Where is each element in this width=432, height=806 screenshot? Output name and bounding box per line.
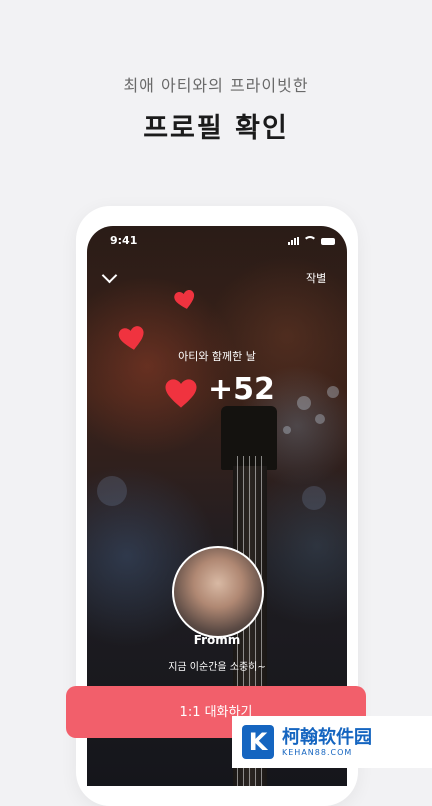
page-title: 프로필 확인: [143, 113, 289, 144]
header-subtitle: 최애 아티와의 프라이빗한: [123, 76, 309, 95]
wifi-icon: [303, 236, 317, 245]
bokeh-light: [97, 476, 127, 506]
bokeh-light: [302, 486, 326, 510]
bokeh-light: [283, 426, 291, 434]
avatar[interactable]: [172, 546, 264, 638]
battery-icon: [321, 238, 335, 245]
status-icons: [288, 236, 335, 245]
bokeh-light: [327, 386, 339, 398]
heart-icon: [174, 290, 195, 309]
days-count: +52: [208, 372, 275, 407]
artist-name: Fromm: [193, 633, 241, 647]
watermark-title: 柯翰软件园: [282, 726, 372, 748]
heart-icon: [165, 379, 197, 408]
farewell-button[interactable]: 작별: [306, 270, 326, 286]
status-time: 9:41: [110, 234, 138, 247]
bokeh-light: [297, 396, 311, 410]
signal-icon: [288, 237, 299, 245]
bokeh-light: [315, 414, 325, 424]
watermark-text: 柯翰软件园 KEHAN88.COM: [282, 726, 372, 757]
watermark-subtitle: KEHAN88.COM: [282, 747, 353, 757]
artist-status-message: 지금 이순간을 소중히~: [168, 662, 266, 673]
watermark-logo: K: [242, 725, 274, 759]
watermark: K 柯翰软件园 KEHAN88.COM: [232, 716, 432, 768]
days-together-label: 아티와 함께한 날: [178, 350, 256, 363]
